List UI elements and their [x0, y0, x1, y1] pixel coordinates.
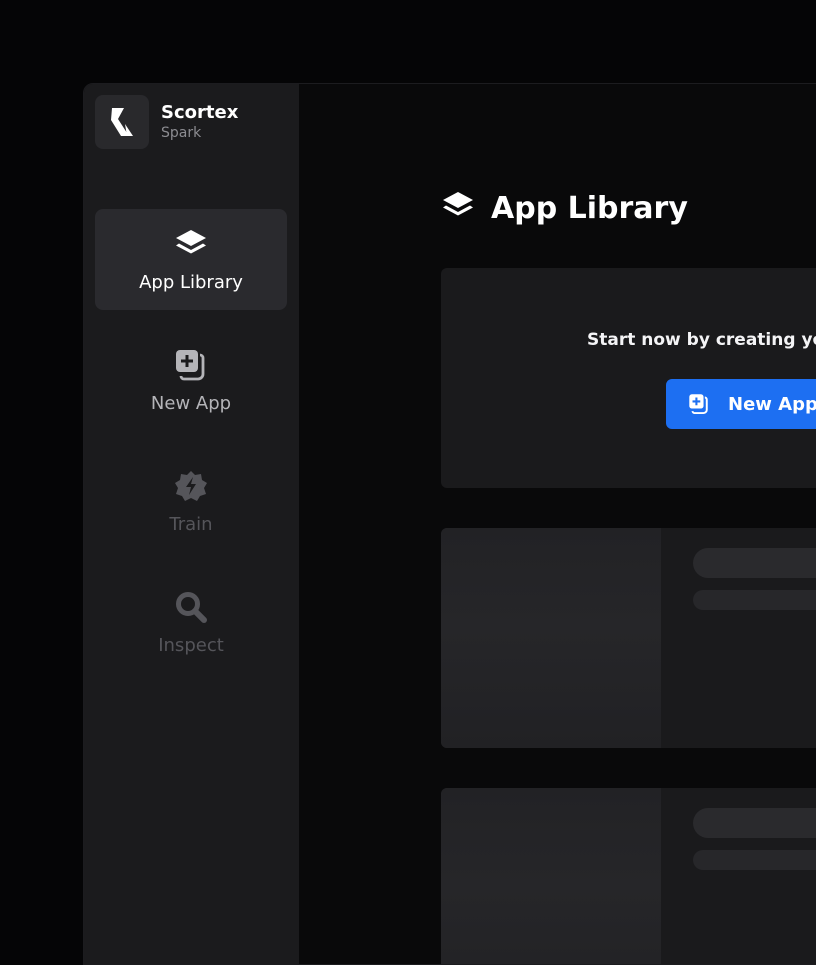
app-window: Scortex Spark App Library New App Train …: [83, 83, 816, 965]
page-header: App Library: [441, 189, 688, 227]
sidebar-item-label: Train: [169, 513, 213, 535]
scortex-logo-icon: [95, 95, 149, 149]
sidebar-item-train[interactable]: Train: [95, 451, 287, 552]
placeholder-thumbnail: [441, 788, 661, 964]
placeholder-subtitle-line: [693, 590, 816, 610]
add-copy-icon: [174, 347, 208, 383]
brand[interactable]: Scortex Spark: [95, 95, 238, 149]
add-copy-icon: [688, 393, 710, 415]
empty-state-card: Start now by creating you New Appl: [441, 268, 816, 488]
new-application-button[interactable]: New Appl: [666, 379, 816, 429]
layers-icon: [441, 189, 475, 227]
sidebar: Scortex Spark App Library New App Train …: [84, 84, 299, 964]
placeholder-title-line: [693, 808, 816, 838]
search-icon: [174, 589, 208, 625]
brand-name: Scortex: [161, 102, 239, 123]
empty-state-text: Start now by creating you: [587, 330, 816, 350]
bolt-gear-icon: [174, 468, 208, 504]
placeholder-subtitle-line: [693, 850, 816, 870]
brand-subtitle: Spark: [161, 125, 202, 141]
placeholder-title-line: [693, 548, 816, 578]
sidebar-item-new-app[interactable]: New App: [95, 330, 287, 431]
new-application-button-label: New Appl: [728, 393, 816, 415]
sidebar-item-app-library[interactable]: App Library: [95, 209, 287, 310]
page-title: App Library: [491, 190, 688, 226]
main-content: App Library Start now by creating you Ne…: [299, 84, 816, 964]
sidebar-item-label: New App: [150, 392, 232, 414]
sidebar-item-inspect[interactable]: Inspect: [95, 572, 287, 673]
sidebar-item-label: Inspect: [158, 634, 224, 656]
placeholder-thumbnail: [441, 528, 661, 748]
app-card-placeholder: [441, 788, 816, 964]
sidebar-nav: App Library New App Train Inspect: [95, 209, 287, 693]
sidebar-item-label: App Library: [139, 271, 243, 293]
layers-icon: [174, 226, 208, 262]
app-card-placeholder: [441, 528, 816, 748]
